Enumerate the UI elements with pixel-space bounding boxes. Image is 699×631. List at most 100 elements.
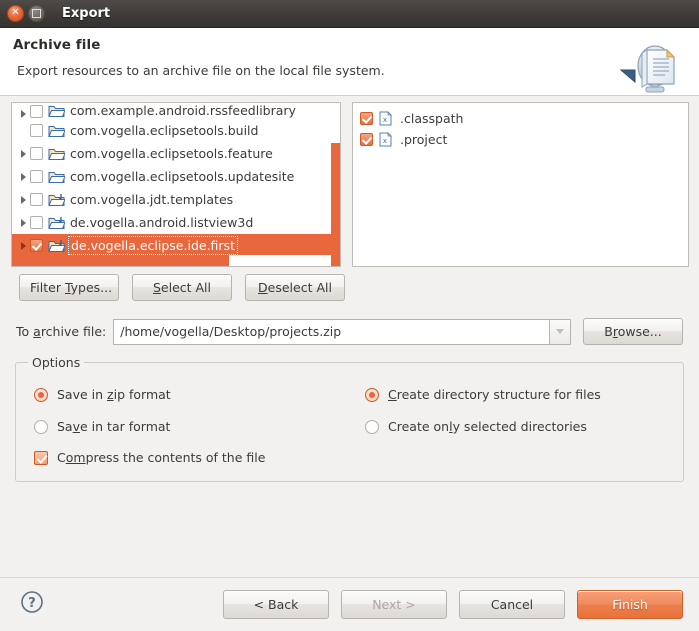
tree-row[interactable]: com.vogella.eclipsetools.updatesite <box>12 165 340 188</box>
tree-vertical-scroll-thumb[interactable] <box>331 143 340 266</box>
save-zip-post: ip format <box>113 387 171 402</box>
tree-row-checkbox[interactable] <box>30 216 43 229</box>
option-save-zip[interactable]: Save in zip format <box>34 387 171 402</box>
archive-file-combo[interactable] <box>113 318 571 345</box>
expand-arrow-icon[interactable] <box>16 241 30 250</box>
export-archive-banner-icon <box>619 45 676 93</box>
finish-button[interactable]: Finish <box>577 590 683 619</box>
help-icon[interactable]: ? <box>20 590 44 614</box>
options-group: Options Save in zip format Save in tar f… <box>15 355 684 482</box>
select-all-post: elect All <box>160 280 212 295</box>
tree-row[interactable]: de.vogella.eclipse.ide.first <box>12 234 340 257</box>
tree-row[interactable]: com.vogella.jdt.templates <box>12 188 340 211</box>
maximize-icon[interactable] <box>28 5 45 22</box>
compress-mnemonic: om <box>65 450 86 465</box>
project-tree[interactable]: com.example.android.rssfeedlibrary com.vo… <box>12 103 340 257</box>
folder-icon <box>48 103 66 118</box>
filter-types-pre: Filter <box>30 280 65 295</box>
save-tar-pre: Sa <box>57 419 73 434</box>
file-list-panel[interactable]: x .classpath x .project <box>352 102 689 267</box>
tree-row-label: com.example.android.rssfeedlibrary <box>70 103 296 118</box>
compress-checkbox[interactable] <box>34 450 48 465</box>
deselect-all-post: eselect All <box>267 280 332 295</box>
save-tar-radio[interactable] <box>34 419 48 434</box>
title-bar: ✕ Export <box>0 0 699 28</box>
tree-horizontal-scroll-thumb[interactable] <box>12 255 229 266</box>
option-create-selected-directories[interactable]: Create only selected directories <box>365 419 587 434</box>
page-title: Archive file <box>13 37 101 53</box>
file-list[interactable]: x .classpath x .project <box>353 103 688 150</box>
tree-row[interactable]: com.example.android.rssfeedlibrary <box>12 103 340 119</box>
close-icon[interactable]: ✕ <box>7 5 24 22</box>
option-create-directory-structure[interactable]: Create directory structure for files <box>365 387 601 402</box>
tree-row-label: com.vogella.eclipsetools.feature <box>70 146 273 161</box>
create-directory-structure-radio[interactable] <box>365 387 379 402</box>
options-group-title: Options <box>28 355 85 370</box>
tree-row-checkbox[interactable] <box>30 124 43 137</box>
browse-post: owse... <box>617 324 662 339</box>
save-zip-radio[interactable] <box>34 387 48 402</box>
xml-file-icon: x <box>379 132 394 147</box>
tree-row-checkbox[interactable] <box>30 105 43 118</box>
project-tree-panel[interactable]: com.example.android.rssfeedlibrary com.vo… <box>11 102 341 267</box>
tree-row-label: de.vogella.eclipse.ide.first <box>68 236 238 255</box>
create-selected-directories-label: Create only selected directories <box>388 419 587 434</box>
deselect-all-button[interactable]: Deselect All <box>245 274 345 301</box>
tree-row[interactable]: de.vogella.android.listview3d <box>12 211 340 234</box>
tree-row-checkbox[interactable] <box>30 239 43 252</box>
save-zip-label: Save in zip format <box>57 387 171 402</box>
expand-arrow-icon[interactable] <box>16 195 30 204</box>
tree-row[interactable]: com.vogella.eclipsetools.build <box>12 119 340 142</box>
wizard-buttons: < Back Next > Cancel Finish <box>223 590 683 619</box>
java-folder-icon <box>48 192 66 207</box>
browse-pre: B <box>604 324 613 339</box>
expand-arrow-icon[interactable] <box>16 218 30 227</box>
select-all-mnemonic: S <box>152 280 161 295</box>
tree-row-checkbox[interactable] <box>30 193 43 206</box>
file-list-row[interactable]: x .classpath <box>353 108 688 129</box>
create-dir-post: reate directory structure for files <box>396 387 601 402</box>
tree-row-label: com.vogella.jdt.templates <box>70 192 234 207</box>
save-tar-mnemonic: v <box>72 419 81 434</box>
next-button: Next > <box>341 590 447 619</box>
selection-buttons: Filter Types... Select All Deselect All <box>19 274 345 301</box>
archive-file-input[interactable] <box>113 318 549 345</box>
tree-row-label: de.vogella.android.listview3d <box>70 215 254 230</box>
file-row-checkbox[interactable] <box>360 133 373 146</box>
expand-arrow-icon[interactable] <box>16 172 30 181</box>
back-button[interactable]: < Back <box>223 590 329 619</box>
select-all-button[interactable]: Select All <box>132 274 232 301</box>
filter-types-button[interactable]: Filter Types... <box>19 274 119 301</box>
file-row-checkbox[interactable] <box>360 112 373 125</box>
file-row-label: .project <box>400 132 448 147</box>
archive-label-pre: To <box>16 324 34 339</box>
browse-button[interactable]: Browse... <box>583 318 683 345</box>
file-row-label: .classpath <box>400 111 464 126</box>
tree-row-checkbox[interactable] <box>30 170 43 183</box>
create-selected-directories-radio[interactable] <box>365 419 379 434</box>
folder-icon <box>48 169 66 184</box>
tree-vertical-scrollbar[interactable] <box>331 103 340 266</box>
expand-arrow-icon[interactable] <box>16 149 30 158</box>
xml-file-icon: x <box>379 111 394 126</box>
tree-row[interactable]: com.vogella.eclipsetools.feature <box>12 142 340 165</box>
tree-row-label: com.vogella.eclipsetools.build <box>70 123 259 138</box>
save-tar-label: Save in tar format <box>57 419 170 434</box>
compress-label: Compress the contents of the file <box>57 450 265 465</box>
svg-text:x: x <box>383 137 387 145</box>
java-folder-icon <box>48 215 66 230</box>
compress-pre: C <box>57 450 66 465</box>
create-sel-post: y selected directories <box>452 419 587 434</box>
cancel-button[interactable]: Cancel <box>459 590 565 619</box>
option-save-tar[interactable]: Save in tar format <box>34 419 170 434</box>
window-title: Export <box>62 6 111 21</box>
tree-horizontal-scrollbar[interactable] <box>12 255 331 266</box>
file-list-row[interactable]: x .project <box>353 129 688 150</box>
expand-arrow-icon[interactable] <box>16 110 30 118</box>
tree-row-checkbox[interactable] <box>30 147 43 160</box>
chevron-down-icon[interactable] <box>549 318 571 345</box>
option-compress[interactable]: Compress the contents of the file <box>34 450 265 465</box>
java-folder-icon <box>48 238 66 253</box>
archive-file-label: To archive file: <box>16 324 106 339</box>
svg-text:x: x <box>383 116 387 124</box>
